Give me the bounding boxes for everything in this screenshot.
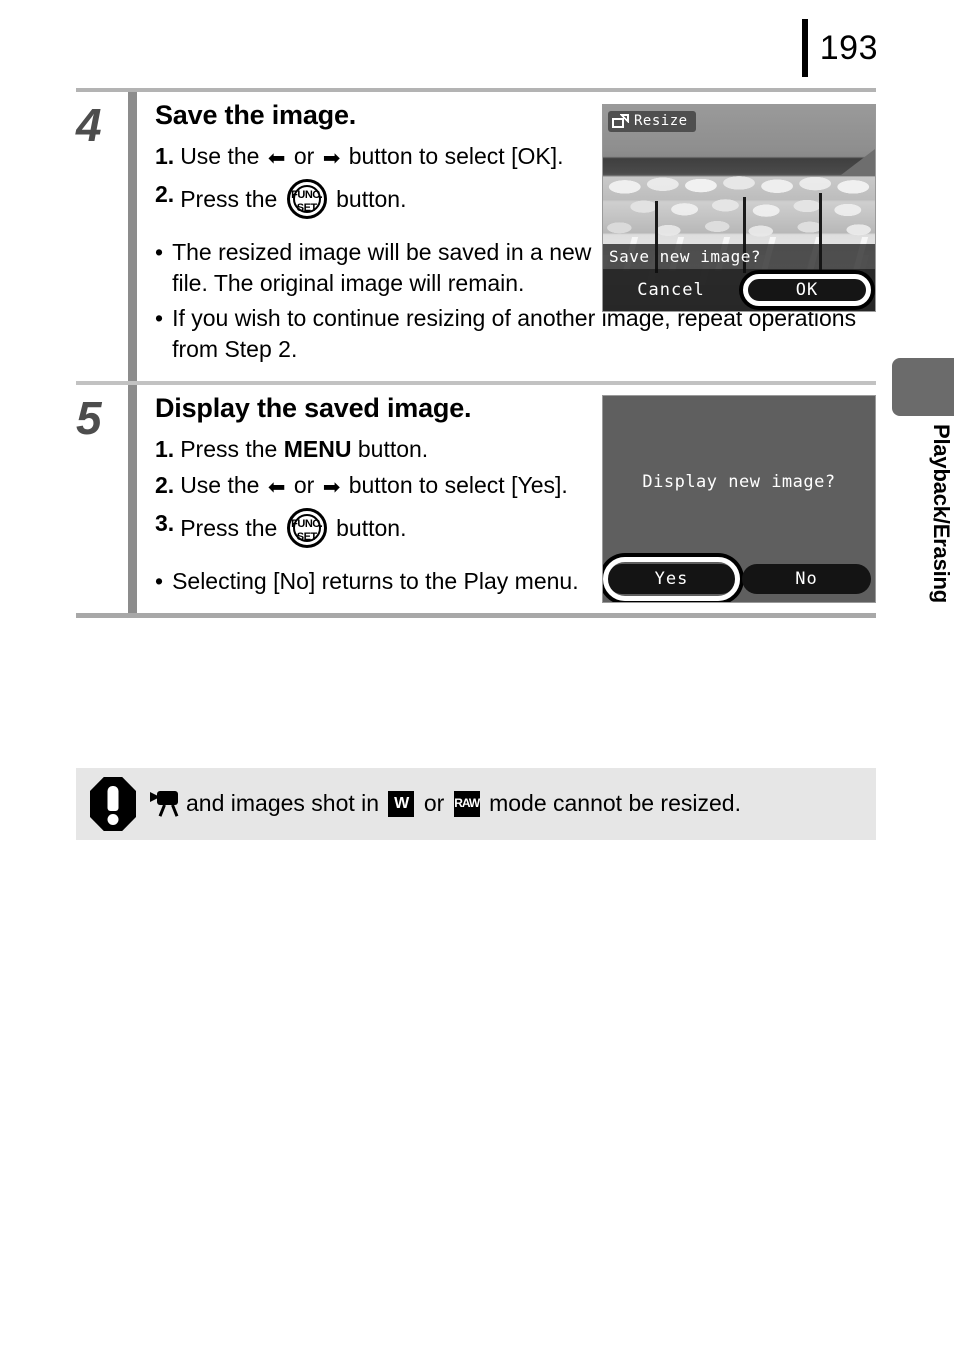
instruction-text-before: Press the — [180, 514, 278, 541]
instruction-text-mid: or — [293, 472, 315, 499]
bullet-dot-icon: • — [155, 304, 164, 331]
arrow-right-icon: ➡ — [322, 147, 341, 170]
display-new-image-message: Display new image? — [642, 471, 836, 492]
side-tab-label: Playback/Erasing — [929, 424, 954, 604]
movie-camera-icon — [150, 790, 180, 817]
save-prompt-text: Save new image? — [603, 244, 875, 269]
step-5-bullet-1-text: Selecting [No] returns to the Play menu. — [172, 567, 579, 594]
step-4-instruction-1-marker: 1. — [155, 143, 175, 169]
cancel-button[interactable]: Cancel — [603, 280, 739, 300]
step-5-instruction-1-marker: 1. — [155, 435, 175, 462]
exclamation-icon — [90, 777, 136, 831]
step-5-instruction-2-text: Use the ⬅ or ➡ button to select [Yes]. — [180, 470, 625, 502]
step-4-body: Save the image. 1. Use the ⬅ or ➡ button… — [155, 92, 876, 381]
menu-button-keyword: MENU — [283, 435, 352, 462]
arrow-left-icon: ⬅ — [267, 147, 286, 170]
instruction-text-after: button. — [357, 435, 429, 462]
raw-mode-badge: RAW — [453, 790, 480, 817]
step-5-instruction-2-marker: 2. — [155, 472, 175, 499]
resize-tag-label: Resize — [634, 113, 688, 129]
caution-text-after: mode cannot be resized. — [489, 790, 741, 817]
instruction-text-after: button. — [336, 185, 407, 212]
caution-note-text: and images shot in W or RAW mode cannot … — [150, 789, 741, 819]
resize-icon — [612, 114, 629, 128]
bullet-dot-icon: • — [155, 238, 164, 265]
camera-screen-display-new-image: Display new image? Yes No — [602, 394, 876, 603]
cancel-button-label: Cancel — [637, 280, 705, 300]
instruction-text-after: button to select [Yes]. — [348, 472, 568, 499]
step-4-bullet-2: • If you wish to continue resizing of an… — [155, 303, 876, 365]
camera-screen-display-inner: Display new image? Yes No — [603, 395, 875, 602]
page-number: 193 — [819, 29, 878, 67]
instruction-text-before: Use the — [180, 143, 260, 169]
no-button-label: No — [795, 568, 818, 589]
instruction-text-before: Press the — [180, 185, 278, 212]
headland-shape — [841, 149, 875, 175]
side-tab: Playback/Erasing — [892, 358, 954, 603]
yes-button[interactable]: Yes — [603, 556, 740, 601]
func-set-line-2: SET — [296, 530, 317, 543]
side-tab-block — [892, 358, 954, 416]
instruction-text-mid: or — [293, 143, 315, 169]
step-4-bar — [128, 92, 137, 381]
save-choice-bar: Cancel OK — [603, 269, 875, 311]
page-number-rule — [801, 19, 808, 77]
step-4-bullet-1-text: The resized image will be saved in a new… — [172, 238, 592, 296]
func-set-button-icon: FUNC. SET — [286, 178, 327, 219]
arrow-right-icon: ➡ — [322, 476, 341, 500]
no-button[interactable]: No — [742, 563, 871, 594]
page-header: 193 — [801, 18, 878, 78]
step-5-bar — [128, 384, 137, 614]
movie-camera-leg-left — [158, 804, 166, 817]
steps-bottom-rule — [76, 613, 876, 619]
func-set-line-2: SET — [296, 201, 317, 214]
yes-no-bar: Yes No — [603, 556, 875, 601]
caution-note: and images shot in W or RAW mode cannot … — [76, 768, 876, 840]
instruction-text-before: Press the — [180, 435, 278, 462]
resize-mode-tag: Resize — [608, 111, 696, 132]
instruction-text-after: button to select [OK]. — [348, 143, 564, 169]
caution-text-before: and images shot in — [186, 790, 380, 817]
ok-button[interactable]: OK — [739, 274, 875, 306]
step-4-instruction-2-marker: 2. — [155, 180, 175, 207]
steps-container: 4 Save the image. 1. Use the ⬅ or ➡ butt… — [76, 88, 876, 619]
widescreen-mode-badge: W — [388, 790, 415, 817]
movie-camera-leg-right — [171, 804, 179, 817]
step-4: 4 Save the image. 1. Use the ⬅ or ➡ butt… — [76, 92, 876, 381]
movie-camera-body — [157, 790, 178, 805]
step-5: 5 Display the saved image. 1. Press the … — [76, 384, 876, 614]
step-5-body: Display the saved image. 1. Press the ME… — [155, 385, 876, 613]
func-set-button-icon: FUNC. SET — [286, 507, 327, 548]
movie-camera-lens — [150, 791, 157, 802]
step-4-bullet-2-text: If you wish to continue resizing of anot… — [172, 304, 857, 362]
bullet-dot-icon: • — [155, 567, 164, 594]
instruction-text-before: Use the — [180, 472, 260, 499]
step-4-instruction-1-text: Use the ⬅ or ➡ button to select [OK]. — [180, 141, 625, 173]
camera-screen-resize-inner: Resize Save new image? Cancel OK — [603, 105, 875, 311]
arrow-left-icon: ⬅ — [267, 476, 286, 500]
instruction-text-after: button. — [336, 514, 407, 541]
step-5-instruction-3-marker: 3. — [155, 509, 175, 536]
camera-screen-resize: Resize Save new image? Cancel OK — [602, 104, 876, 312]
ok-button-label: OK — [795, 280, 819, 300]
step-4-number: 4 — [76, 99, 102, 151]
caution-text-mid: or — [423, 790, 445, 817]
yes-button-label: Yes — [654, 568, 689, 589]
step-5-number: 5 — [76, 391, 102, 444]
